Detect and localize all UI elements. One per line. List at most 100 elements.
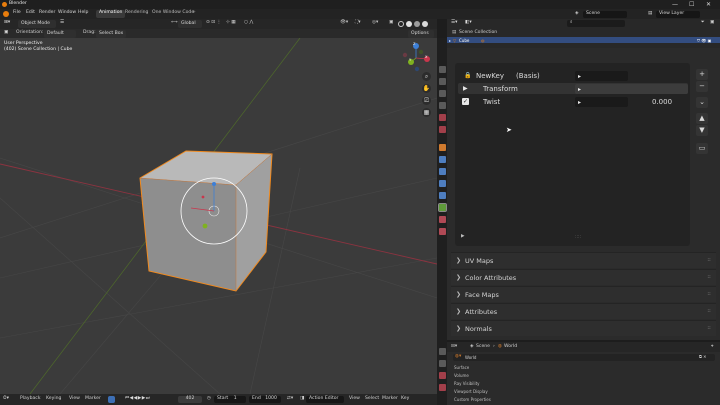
camera-view-icon[interactable]: ⎚ — [422, 96, 431, 105]
shape-key-row-transform[interactable]: ▶ Transform ▸ — [458, 83, 688, 94]
world-datablock-icon[interactable]: ◍▾ — [455, 354, 461, 360]
add-shape-key-button[interactable]: + — [696, 69, 708, 80]
playback-controls-icon[interactable]: ⏮◀◀▶▶⏭ — [125, 396, 150, 402]
menu-render[interactable]: Render — [39, 10, 55, 16]
particles-tab-icon[interactable] — [438, 168, 446, 175]
rendered-shading-icon[interactable] — [422, 21, 428, 27]
outliner-editor-icon[interactable]: ☰▾ — [451, 20, 457, 26]
material-shading-icon[interactable] — [414, 21, 420, 27]
maximize-icon[interactable]: ☐ — [689, 1, 694, 8]
shape-key-row-twist[interactable]: ✓ Twist ▸ 0.000 — [458, 96, 688, 107]
move-up-icon[interactable]: ▲ — [696, 113, 708, 124]
hamburger-icon[interactable]: ☰ — [60, 20, 64, 26]
section-uv-maps[interactable]: ❯ UV Maps :::: — [451, 252, 716, 268]
section-face-maps[interactable]: ❯ Face Maps :::: — [451, 286, 716, 302]
properties-editor-icon[interactable]: ⊟▾ — [451, 344, 457, 350]
timeline-view-menu[interactable]: View — [69, 396, 80, 402]
section-normals[interactable]: ❯ Normals :::: — [451, 320, 716, 336]
world-section-volume[interactable]: Volume — [454, 374, 469, 378]
world-section-custom-properties[interactable]: Custom Properties — [454, 398, 491, 402]
shape-key-value-field[interactable]: ▸ — [575, 70, 628, 81]
menu-window[interactable]: Window — [58, 10, 76, 16]
outliner-display-icon[interactable]: ◧▾ — [465, 20, 472, 26]
mode-dropdown[interactable]: Object Mode — [18, 20, 56, 28]
constraints-tab-icon[interactable] — [438, 192, 446, 199]
remove-shape-key-button[interactable]: − — [696, 81, 708, 92]
render-tab-icon[interactable] — [438, 78, 446, 85]
minimize-icon[interactable]: — — [672, 1, 678, 8]
drag-handle-icon[interactable]: :::: — [707, 291, 711, 297]
timeline-keying-menu[interactable]: Keying — [46, 396, 61, 402]
view-layer-field[interactable]: View Layer — [656, 10, 700, 18]
action-key-menu[interactable]: Key — [401, 396, 409, 402]
shader-render-tab-icon[interactable] — [438, 348, 446, 355]
pan-hand-icon[interactable]: ✋ — [422, 84, 431, 93]
view-layer-tab-icon[interactable] — [438, 102, 446, 109]
outliner-filter-icon[interactable]: ⏷ — [701, 20, 705, 26]
3d-viewport[interactable]: Z X Y ⌕ ✋ ⎚ ▦ — [0, 38, 437, 394]
menu-file[interactable]: File — [13, 10, 21, 16]
drag-handle-icon[interactable]: :::: — [707, 325, 711, 331]
action-editor-dropdown[interactable]: Action Editor — [306, 396, 344, 403]
timeline-editor-icon[interactable]: ⏱▾ — [3, 396, 9, 402]
data-tab-icon[interactable] — [437, 203, 447, 212]
editor-type-icon[interactable]: ⊞▾ — [4, 20, 10, 26]
blender-menu-icon[interactable] — [3, 11, 9, 17]
wireframe-shading-icon[interactable] — [398, 21, 404, 27]
gizmo-toggle-icon[interactable]: ⛶▾ — [355, 20, 361, 26]
drag-dropdown[interactable]: Select Box — [96, 30, 126, 38]
drag-handle-icon[interactable]: :::: — [707, 308, 711, 314]
menu-edit[interactable]: Edit — [26, 10, 35, 16]
shape-key-value-field[interactable]: ▸ — [575, 83, 688, 94]
start-frame-field[interactable]: Start 1 — [214, 396, 246, 403]
expand-arrow-icon[interactable]: ▸ — [449, 38, 451, 43]
list-expand-icon[interactable]: ▶ — [461, 234, 465, 240]
new-collection-icon[interactable]: ▣ — [710, 20, 714, 26]
shader-output-tab-icon[interactable] — [438, 360, 446, 367]
physics-tab-icon[interactable] — [438, 180, 446, 187]
close-icon[interactable]: ✕ — [706, 1, 711, 8]
action-marker-menu[interactable]: Marker — [382, 396, 398, 402]
outliner-row-cube[interactable]: ▸ ▽ Cube ◍ ⛉ 👁 ▣ — [447, 37, 720, 43]
drag-handle-icon[interactable]: :::: — [707, 257, 711, 263]
snap-icon[interactable]: ⊹ ▦ — [226, 20, 236, 26]
output-tab-icon[interactable] — [438, 90, 446, 97]
proportional-edit-icon[interactable]: ○ ⋀ — [244, 20, 253, 26]
dope-sheet-icon[interactable]: ⇄▾ — [287, 396, 293, 402]
pivot-icon[interactable]: ⊙ ⊡ ⋮ — [206, 20, 221, 26]
shape-key-row-basis[interactable]: 🔒 NewKey (Basis) ▸ — [458, 70, 688, 81]
drag-handle-icon[interactable]: :::: — [707, 274, 711, 280]
object-tab-icon[interactable] — [438, 144, 446, 151]
clear-shape-keys-icon[interactable]: ▭ — [696, 143, 708, 154]
outliner-scene-collection[interactable]: Scene Collection — [452, 30, 497, 36]
world-datablock-actions[interactable]: ⧉ ✕ — [699, 355, 706, 359]
timeline-playback-menu[interactable]: Playback — [20, 396, 41, 402]
world-tab-icon[interactable] — [438, 126, 446, 133]
list-resize-grip[interactable]: ∷∷ — [575, 235, 581, 241]
section-attributes[interactable]: ❯ Attributes :::: — [451, 303, 716, 319]
menu-help[interactable]: Help — [78, 10, 88, 16]
modifier-tab-icon[interactable] — [438, 156, 446, 163]
scene-tab-icon[interactable] — [438, 114, 446, 121]
tab-animation[interactable]: Animation — [96, 10, 126, 18]
shader-world-tab-icon[interactable] — [438, 372, 446, 379]
cube[interactable] — [139, 150, 273, 292]
row-visibility-icons[interactable]: ⛉ 👁 ▣ — [697, 38, 711, 43]
timeline-marker-menu[interactable]: Marker — [85, 396, 101, 402]
transform-dropdown[interactable]: Global — [178, 20, 202, 28]
move-down-icon[interactable]: ▼ — [696, 125, 708, 136]
zoom-icon[interactable]: ⌕ — [422, 72, 431, 81]
texture-tab-icon[interactable] — [438, 228, 446, 235]
select-tool-icon[interactable]: ▣ — [4, 30, 8, 36]
overlay-toggle-icon[interactable]: ◎▾ — [372, 20, 378, 26]
checkbox-checked-icon[interactable]: ✓ — [462, 97, 469, 105]
xray-icon[interactable]: ▣ — [389, 20, 393, 26]
end-frame-field[interactable]: End 1000 — [249, 396, 281, 403]
shape-key-slider-field[interactable]: ▸ — [575, 96, 628, 107]
action-select-menu[interactable]: Select — [365, 396, 379, 402]
specials-menu-icon[interactable]: ⌄ — [696, 97, 708, 108]
expand-icon[interactable]: ▶ — [463, 85, 468, 92]
grid-view-icon[interactable]: ▦ — [422, 108, 431, 117]
current-frame-field[interactable]: 402 — [178, 396, 202, 403]
scene-field[interactable]: Scene — [583, 10, 627, 18]
